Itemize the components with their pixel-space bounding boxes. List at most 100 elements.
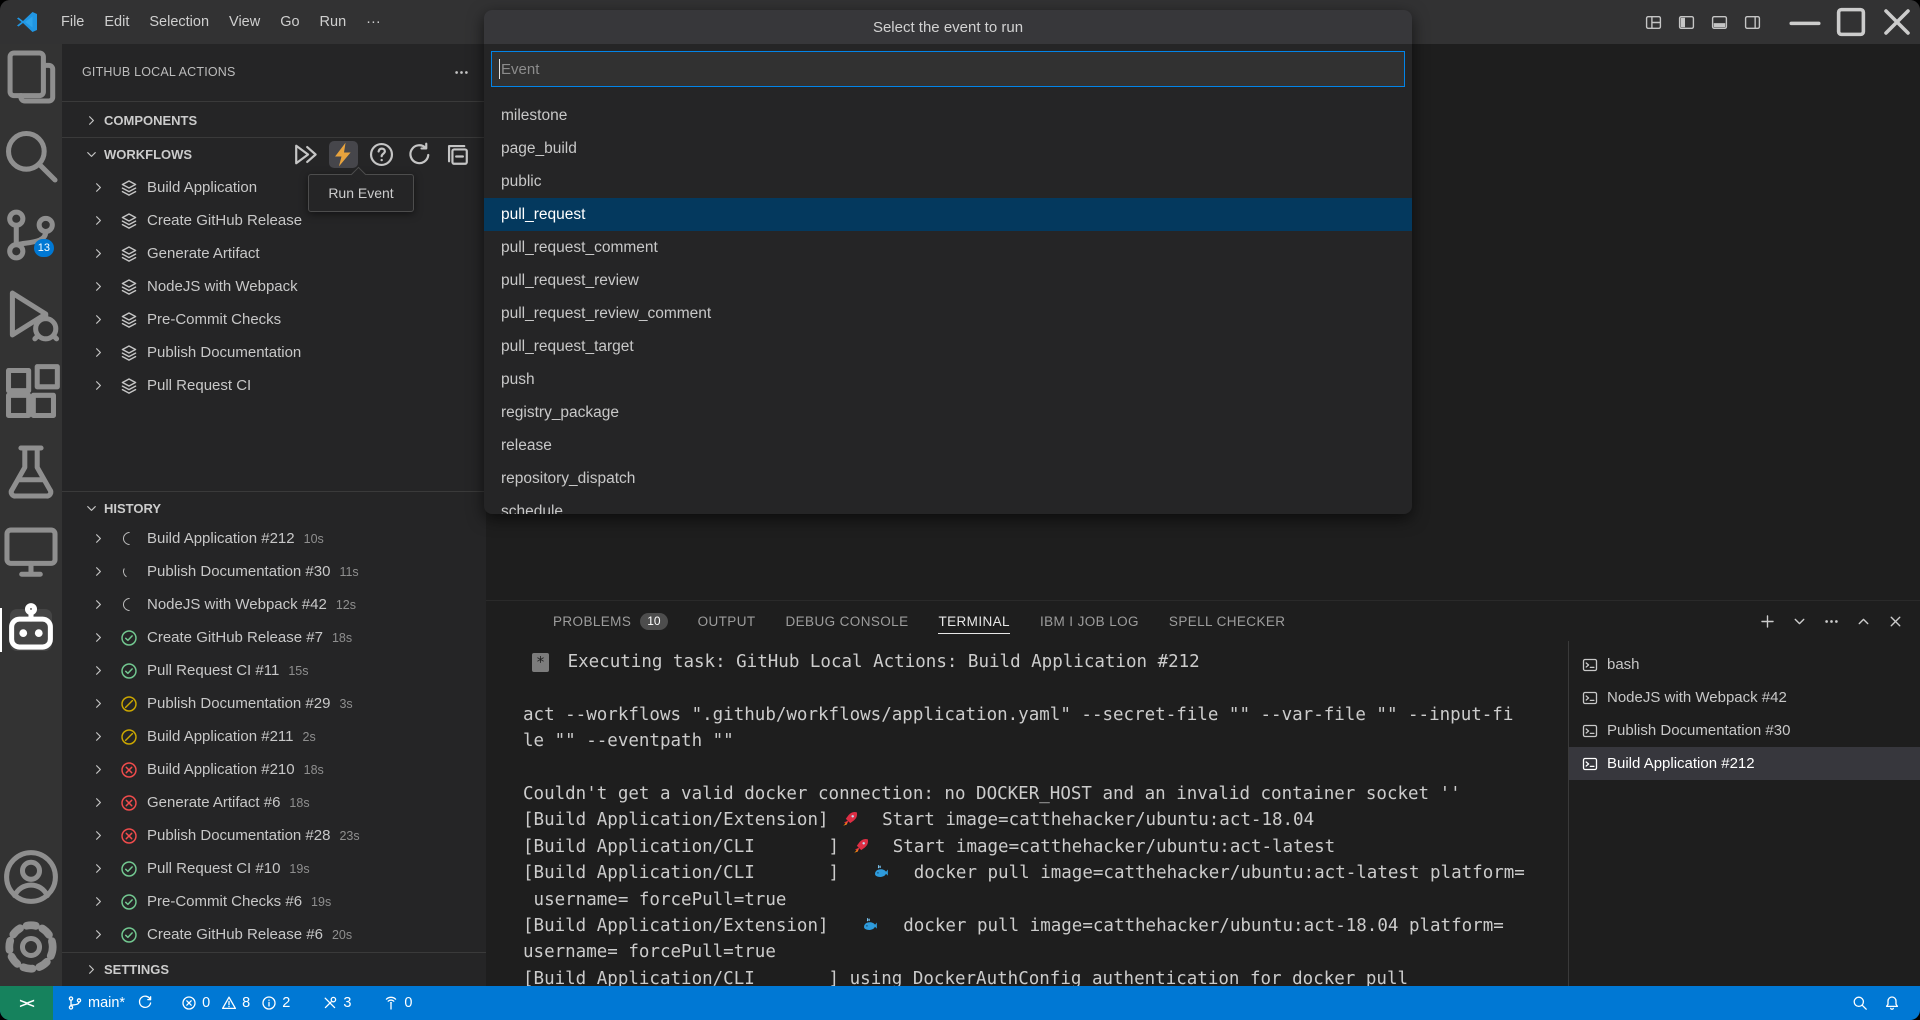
event-option[interactable]: public [484, 165, 1412, 198]
history-run-duration: 18s [332, 631, 352, 645]
event-filter-input[interactable] [500, 61, 1404, 78]
github-local-actions-icon[interactable] [0, 599, 62, 661]
workflow-name: Build Application [147, 179, 257, 196]
problems-status[interactable]: 0 8 2 [173, 986, 298, 1020]
collapse-all-icon[interactable] [443, 141, 472, 168]
run-debug-icon[interactable] [0, 283, 62, 345]
section-workflows[interactable]: WORKFLOWS [62, 138, 486, 171]
remote-indicator[interactable]: >< [0, 986, 53, 1020]
menu-more[interactable]: ··· [356, 0, 391, 44]
quick-pick-input[interactable] [491, 51, 1405, 87]
section-components[interactable]: COMPONENTS [62, 104, 486, 137]
menu-file[interactable]: File [51, 0, 94, 44]
branch-status[interactable]: main* [59, 986, 161, 1020]
event-option[interactable]: page_build [484, 132, 1412, 165]
history-item[interactable]: Build Application #21018s [62, 753, 486, 786]
help-icon[interactable] [367, 141, 396, 168]
terminal-tab[interactable]: NodeJS with Webpack #42 [1569, 681, 1920, 714]
customize-layout-icon[interactable] [1644, 14, 1663, 31]
event-option[interactable]: repository_dispatch [484, 462, 1412, 495]
ports-status[interactable]: 0 [375, 986, 420, 1020]
workflow-item[interactable]: Create GitHub Release [62, 204, 486, 237]
history-item[interactable]: Generate Artifact #618s [62, 786, 486, 819]
close-panel-icon[interactable] [1887, 613, 1904, 630]
terminal-line: [Build Application/CLI ] docker pull ima… [523, 860, 1568, 886]
history-item[interactable]: Create GitHub Release #620s [62, 918, 486, 951]
terminal-tab[interactable]: bash [1569, 648, 1920, 681]
workflow-item[interactable]: Pre-Commit Checks [62, 303, 486, 336]
tab-debug-console[interactable]: DEBUG CONSOLE [786, 601, 909, 641]
history-item[interactable]: Publish Documentation #3011s [62, 555, 486, 588]
event-option[interactable]: pull_request_comment [484, 231, 1412, 264]
event-option[interactable]: milestone [484, 99, 1412, 132]
run-all-icon[interactable] [291, 141, 320, 168]
menu-edit[interactable]: Edit [94, 0, 139, 44]
terminal-tab[interactable]: Publish Documentation #30 [1569, 714, 1920, 747]
tab-terminal[interactable]: TERMINAL [938, 601, 1009, 641]
workflow-item[interactable]: Publish Documentation [62, 336, 486, 369]
testing-icon[interactable] [0, 441, 62, 503]
history-item[interactable]: Pull Request CI #1115s [62, 654, 486, 687]
history-item[interactable]: Build Application #2112s [62, 720, 486, 753]
event-option[interactable]: pull_request_target [484, 330, 1412, 363]
sidebar-more-icon[interactable] [453, 64, 470, 81]
event-option[interactable]: push [484, 363, 1412, 396]
history-run-name: Pull Request CI #10 [147, 860, 280, 877]
tab-spell-checker[interactable]: SPELL CHECKER [1169, 601, 1286, 641]
close-button[interactable] [1874, 0, 1920, 44]
chevron-right-icon [91, 312, 106, 327]
history-item[interactable]: Pre-Commit Checks #619s [62, 885, 486, 918]
panel-more-icon[interactable] [1823, 613, 1840, 630]
toggle-sidebar-left-icon[interactable] [1677, 14, 1696, 31]
event-option[interactable]: pull_request [484, 198, 1412, 231]
terminal-dropdown-icon[interactable] [1791, 613, 1808, 630]
event-option[interactable]: schedule [484, 495, 1412, 514]
toggle-panel-icon[interactable] [1710, 14, 1729, 31]
search-icon[interactable] [0, 125, 62, 187]
history-run-duration: 2s [303, 730, 316, 744]
run-event-icon[interactable] [329, 141, 358, 168]
chevron-right-icon [91, 927, 106, 942]
tab-ibm-i-job-log[interactable]: IBM I JOB LOG [1040, 601, 1139, 641]
tab-output[interactable]: OUTPUT [698, 601, 756, 641]
new-terminal-icon[interactable] [1759, 613, 1776, 630]
extensions-icon[interactable] [0, 362, 62, 424]
explorer-icon[interactable] [0, 46, 62, 108]
section-settings[interactable]: SETTINGS [62, 953, 486, 986]
menu-run[interactable]: Run [310, 0, 357, 44]
history-item[interactable]: Publish Documentation #293s [62, 687, 486, 720]
event-option[interactable]: pull_request_review [484, 264, 1412, 297]
workflow-item[interactable]: NodeJS with Webpack [62, 270, 486, 303]
notifications-bell-icon[interactable] [1876, 986, 1908, 1020]
toggle-sidebar-right-icon[interactable] [1743, 14, 1762, 31]
maximize-panel-icon[interactable] [1855, 613, 1872, 630]
history-item[interactable]: Pull Request CI #1019s [62, 852, 486, 885]
history-item[interactable]: Create GitHub Release #718s [62, 621, 486, 654]
menu-view[interactable]: View [219, 0, 270, 44]
workflow-item[interactable]: Generate Artifact [62, 237, 486, 270]
source-control-icon[interactable]: 13 [0, 204, 62, 266]
zoom-status-icon[interactable] [1844, 986, 1876, 1020]
section-history[interactable]: HISTORY [62, 492, 486, 525]
account-icon[interactable] [0, 846, 62, 908]
scm-badge: 13 [34, 239, 54, 257]
menu-selection[interactable]: Selection [139, 0, 219, 44]
workflow-item[interactable]: Build Application [62, 171, 486, 204]
tasks-status[interactable]: 3 [314, 986, 359, 1020]
minimize-button[interactable] [1782, 0, 1828, 44]
workflow-item[interactable]: Pull Request CI [62, 369, 486, 402]
event-option[interactable]: registry_package [484, 396, 1412, 429]
terminal-tabs-list: bashNodeJS with Webpack #42Publish Docum… [1568, 641, 1920, 986]
maximize-button[interactable] [1828, 0, 1874, 44]
terminal-tab[interactable]: Build Application #212 [1569, 747, 1920, 780]
menu-go[interactable]: Go [270, 0, 309, 44]
settings-gear-icon[interactable] [0, 916, 62, 978]
history-item[interactable]: NodeJS with Webpack #4212s [62, 588, 486, 621]
history-item[interactable]: Publish Documentation #2823s [62, 819, 486, 852]
refresh-icon[interactable] [405, 141, 434, 168]
event-option[interactable]: release [484, 429, 1412, 462]
remote-explorer-icon[interactable] [0, 520, 62, 582]
history-item[interactable]: Build Application #21210s [62, 522, 486, 555]
tab-problems[interactable]: PROBLEMS10 [553, 601, 668, 641]
event-option[interactable]: pull_request_review_comment [484, 297, 1412, 330]
